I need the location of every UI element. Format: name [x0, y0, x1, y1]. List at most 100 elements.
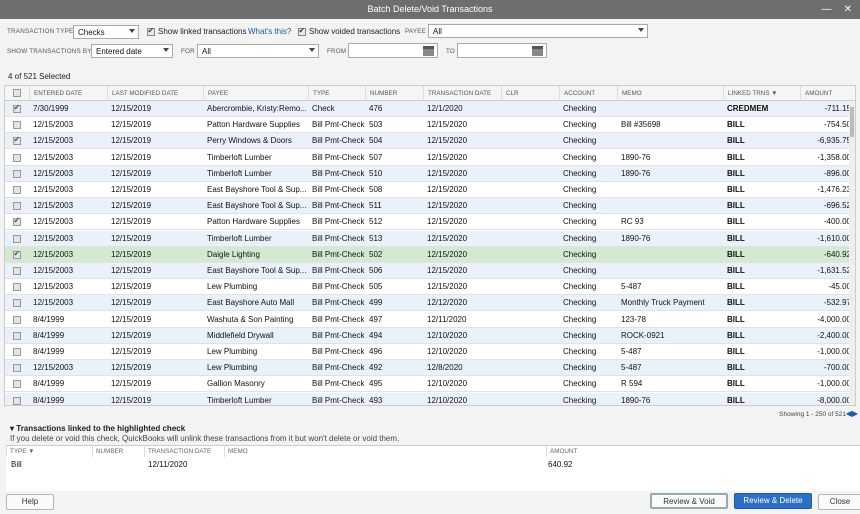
cell-linked-trns: BILL	[727, 379, 745, 389]
cell-last-modified: 12/15/2019	[111, 298, 152, 308]
table-row[interactable]: 12/15/2003 12/15/2019 Timberloft Lumber Bil…	[5, 230, 855, 247]
chevron-down-icon	[129, 29, 135, 33]
col-number[interactable]: NUMBER	[365, 86, 423, 101]
row-checkbox[interactable]	[13, 364, 21, 373]
row-checkbox[interactable]	[13, 202, 21, 211]
row-checkbox[interactable]	[13, 267, 21, 275]
calendar-icon[interactable]	[423, 46, 434, 56]
cell-last-modified: 12/15/2019	[111, 120, 152, 130]
table-row[interactable]: 12/15/2003 12/15/2019 East Bayshore Tool &…	[5, 263, 855, 279]
row-checkbox[interactable]	[13, 315, 21, 324]
vertical-scrollbar[interactable]	[849, 101, 855, 405]
table-row[interactable]: 12/15/2003 12/15/2019 Patton Hardware Supp…	[5, 117, 855, 134]
col-type[interactable]: TYPE	[308, 86, 365, 101]
row-checkbox[interactable]	[13, 299, 21, 308]
cell-clr	[501, 101, 559, 117]
table-row[interactable]: 12/15/2003 12/15/2019 Lew Plumbing Bill Pmt…	[5, 360, 855, 377]
table-row[interactable]: 12/15/2003 12/15/2019 Patton Hardware Supp…	[5, 214, 855, 231]
close-button[interactable]: Close	[818, 494, 860, 510]
cell-amount: -4,000.00	[817, 314, 851, 324]
scrollbar-thumb[interactable]	[850, 107, 854, 137]
row-checkbox[interactable]	[13, 186, 21, 194]
col-entered-date[interactable]: ENTERED DATE	[29, 86, 107, 101]
row-checkbox[interactable]	[13, 331, 21, 340]
cell-number: 492	[369, 363, 383, 373]
col-linked-trns[interactable]: LINKED TRNS ▼	[723, 86, 800, 101]
cell-type: Bill Pmt-Check	[312, 266, 365, 275]
row-checkbox[interactable]	[13, 153, 21, 162]
review-void-button[interactable]: Review & Void	[650, 493, 728, 509]
cell-account: Checking	[563, 347, 597, 356]
cell-amount: -1,476.23	[817, 185, 851, 194]
linked-col-type[interactable]: TYPE ▼	[6, 446, 92, 457]
table-row[interactable]: 8/4/1999 12/15/2019 Timberloft Lumber Bill …	[5, 392, 855, 405]
table-row[interactable]: 12/15/2003 12/15/2019 Perry Windows & Door…	[5, 133, 855, 150]
cell-memo: Bill #35698	[621, 120, 661, 130]
for-value: All	[202, 47, 211, 56]
linked-section-title[interactable]: ▾ Transactions linked to the highlighted…	[10, 424, 185, 433]
linked-col-number[interactable]: NUMBER	[92, 446, 144, 457]
row-checkbox[interactable]	[13, 169, 21, 178]
next-page-icon[interactable]: ▶	[852, 409, 858, 418]
linked-col-amount[interactable]: AMOUNT	[546, 446, 666, 457]
table-row[interactable]: 12/15/2003 12/15/2019 East Bayshore Tool &…	[5, 198, 855, 215]
grid-header: ENTERED DATE LAST MODIFIED DATE PAYEE TY…	[5, 86, 855, 101]
table-row[interactable]: 12/15/2003 12/15/2019 Lew Plumbing Bill Pmt…	[5, 279, 855, 296]
col-memo[interactable]: MEMO	[617, 86, 723, 101]
transaction-type-select[interactable]: Checks	[73, 25, 139, 39]
table-row[interactable]: 12/15/2003 12/15/2019 Daigle Lighting Bill …	[5, 246, 855, 263]
show-linked-checkbox[interactable]	[147, 26, 155, 36]
row-checkbox[interactable]	[13, 396, 21, 405]
minimize-icon[interactable]: —	[822, 0, 832, 19]
table-row[interactable]: 8/4/1999 12/15/2019 Washuta & Son Painting…	[5, 312, 855, 328]
help-button[interactable]: Help	[6, 494, 54, 510]
cell-entered-date: 12/15/2003	[33, 120, 74, 130]
cell-entered-date: 12/15/2003	[33, 249, 74, 259]
row-checkbox[interactable]	[13, 103, 21, 113]
table-row[interactable]: 12/15/2003 12/15/2019 East Bayshore Auto M…	[5, 295, 855, 312]
cell-clr	[501, 117, 559, 133]
select-all-checkbox[interactable]	[13, 89, 21, 97]
row-checkbox[interactable]	[13, 216, 21, 227]
table-row[interactable]: 12/15/2003 12/15/2019 East Bayshore Tool &…	[5, 182, 855, 198]
col-amount[interactable]: AMOUNT	[800, 86, 855, 101]
payee-select[interactable]: All	[428, 24, 648, 38]
review-delete-button[interactable]: Review & Delete	[734, 493, 812, 509]
show-voided-checkbox[interactable]	[298, 26, 306, 36]
row-checkbox[interactable]	[13, 135, 21, 146]
col-last-modified[interactable]: LAST MODIFIED DATE	[107, 86, 203, 101]
cell-amount: -754.50	[823, 120, 851, 130]
cell-account: Checking	[563, 330, 597, 340]
table-row[interactable]: 12/15/2003 12/15/2019 Timberloft Lumber Bil…	[5, 150, 855, 166]
row-checkbox[interactable]	[13, 283, 21, 292]
row-checkbox[interactable]	[13, 249, 21, 259]
table-row[interactable]: 8/4/1999 12/15/2019 Lew Plumbing Bill Pmt-C…	[5, 344, 855, 360]
cell-transaction-date: 12/10/2020	[427, 379, 468, 389]
col-clr[interactable]: CLR	[501, 86, 559, 101]
linked-col-transaction-date[interactable]: TRANSACTION DATE	[144, 446, 224, 457]
transactions-grid: ENTERED DATE LAST MODIFIED DATE PAYEE TY…	[4, 85, 856, 406]
pager-arrows[interactable]: ◀▶	[846, 409, 858, 418]
row-checkbox[interactable]	[13, 380, 21, 389]
table-row[interactable]: 8/4/1999 12/15/2019 Gallion Masonry Bill Pm…	[5, 376, 855, 393]
linked-col-memo[interactable]: MEMO	[224, 446, 546, 457]
cell-number: 504	[369, 136, 383, 146]
col-account[interactable]: ACCOUNT	[559, 86, 617, 101]
row-checkbox[interactable]	[13, 234, 21, 243]
cell-type: Bill Pmt-Check	[312, 347, 365, 356]
for-select[interactable]: All	[197, 44, 319, 58]
show-by-select[interactable]: Entered date	[91, 44, 173, 58]
cell-transaction-date: 12/10/2020	[427, 395, 468, 405]
whats-this-link[interactable]: What's this?	[248, 27, 291, 36]
close-icon[interactable]: ✕	[844, 0, 852, 19]
table-row[interactable]: 8/4/1999 12/15/2019 Middlefield Drywall Bil…	[5, 327, 855, 344]
calendar-icon[interactable]	[532, 46, 543, 56]
col-transaction-date[interactable]: TRANSACTION DATE	[423, 86, 501, 101]
row-checkbox[interactable]	[13, 121, 21, 130]
from-date-input[interactable]	[348, 43, 438, 58]
row-checkbox[interactable]	[13, 348, 21, 356]
table-row[interactable]: 12/15/2003 12/15/2019 Timberloft Lumber Bil…	[5, 165, 855, 182]
col-payee[interactable]: PAYEE	[203, 86, 308, 101]
to-date-input[interactable]	[457, 43, 547, 58]
table-row[interactable]: 7/30/1999 12/15/2019 Abercrombie, Kristy:R…	[5, 101, 855, 117]
